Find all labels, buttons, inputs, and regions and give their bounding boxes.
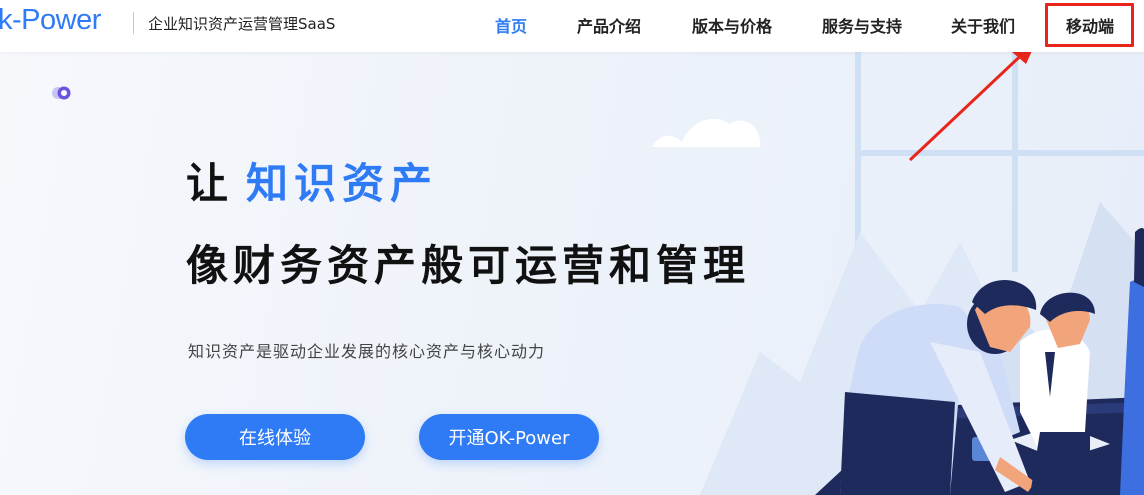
nav-home[interactable]: 首页 xyxy=(495,13,527,37)
mobile-highlight-box xyxy=(1045,3,1134,47)
hero-headline-accent: 知识资产 xyxy=(246,159,439,208)
hero-section: 让知识资产 像财务资产般可运营和管理 知识资产是驱动企业发展的核心资产与核心动力… xyxy=(0,52,1144,495)
ring-dot-icon xyxy=(52,86,71,100)
nav-support[interactable]: 服务与支持 xyxy=(822,13,902,37)
hero-subtitle: 知识资产是驱动企业发展的核心资产与核心动力 xyxy=(188,342,546,361)
tagline: 企业知识资产运营管理SaaS xyxy=(148,15,336,33)
nav-products[interactable]: 产品介绍 xyxy=(577,13,641,37)
try-online-button[interactable]: 在线体验 xyxy=(185,414,365,460)
hero-headline-prefix: 让 xyxy=(186,159,235,208)
hero-headline-2: 像财务资产般可运营和管理 xyxy=(186,241,751,290)
top-header: k-Power 企业知识资产运营管理SaaS 首页 产品介绍 版本与价格 服务与… xyxy=(0,0,1144,52)
cloud xyxy=(652,118,761,147)
nav-about[interactable]: 关于我们 xyxy=(951,13,1015,37)
logo-divider xyxy=(133,12,134,34)
nav-pricing[interactable]: 版本与价格 xyxy=(692,13,772,37)
logo[interactable]: k-Power xyxy=(0,4,101,37)
activate-button[interactable]: 开通OK-Power xyxy=(419,414,599,460)
hero-headline-1: 让知识资产 xyxy=(186,150,438,211)
